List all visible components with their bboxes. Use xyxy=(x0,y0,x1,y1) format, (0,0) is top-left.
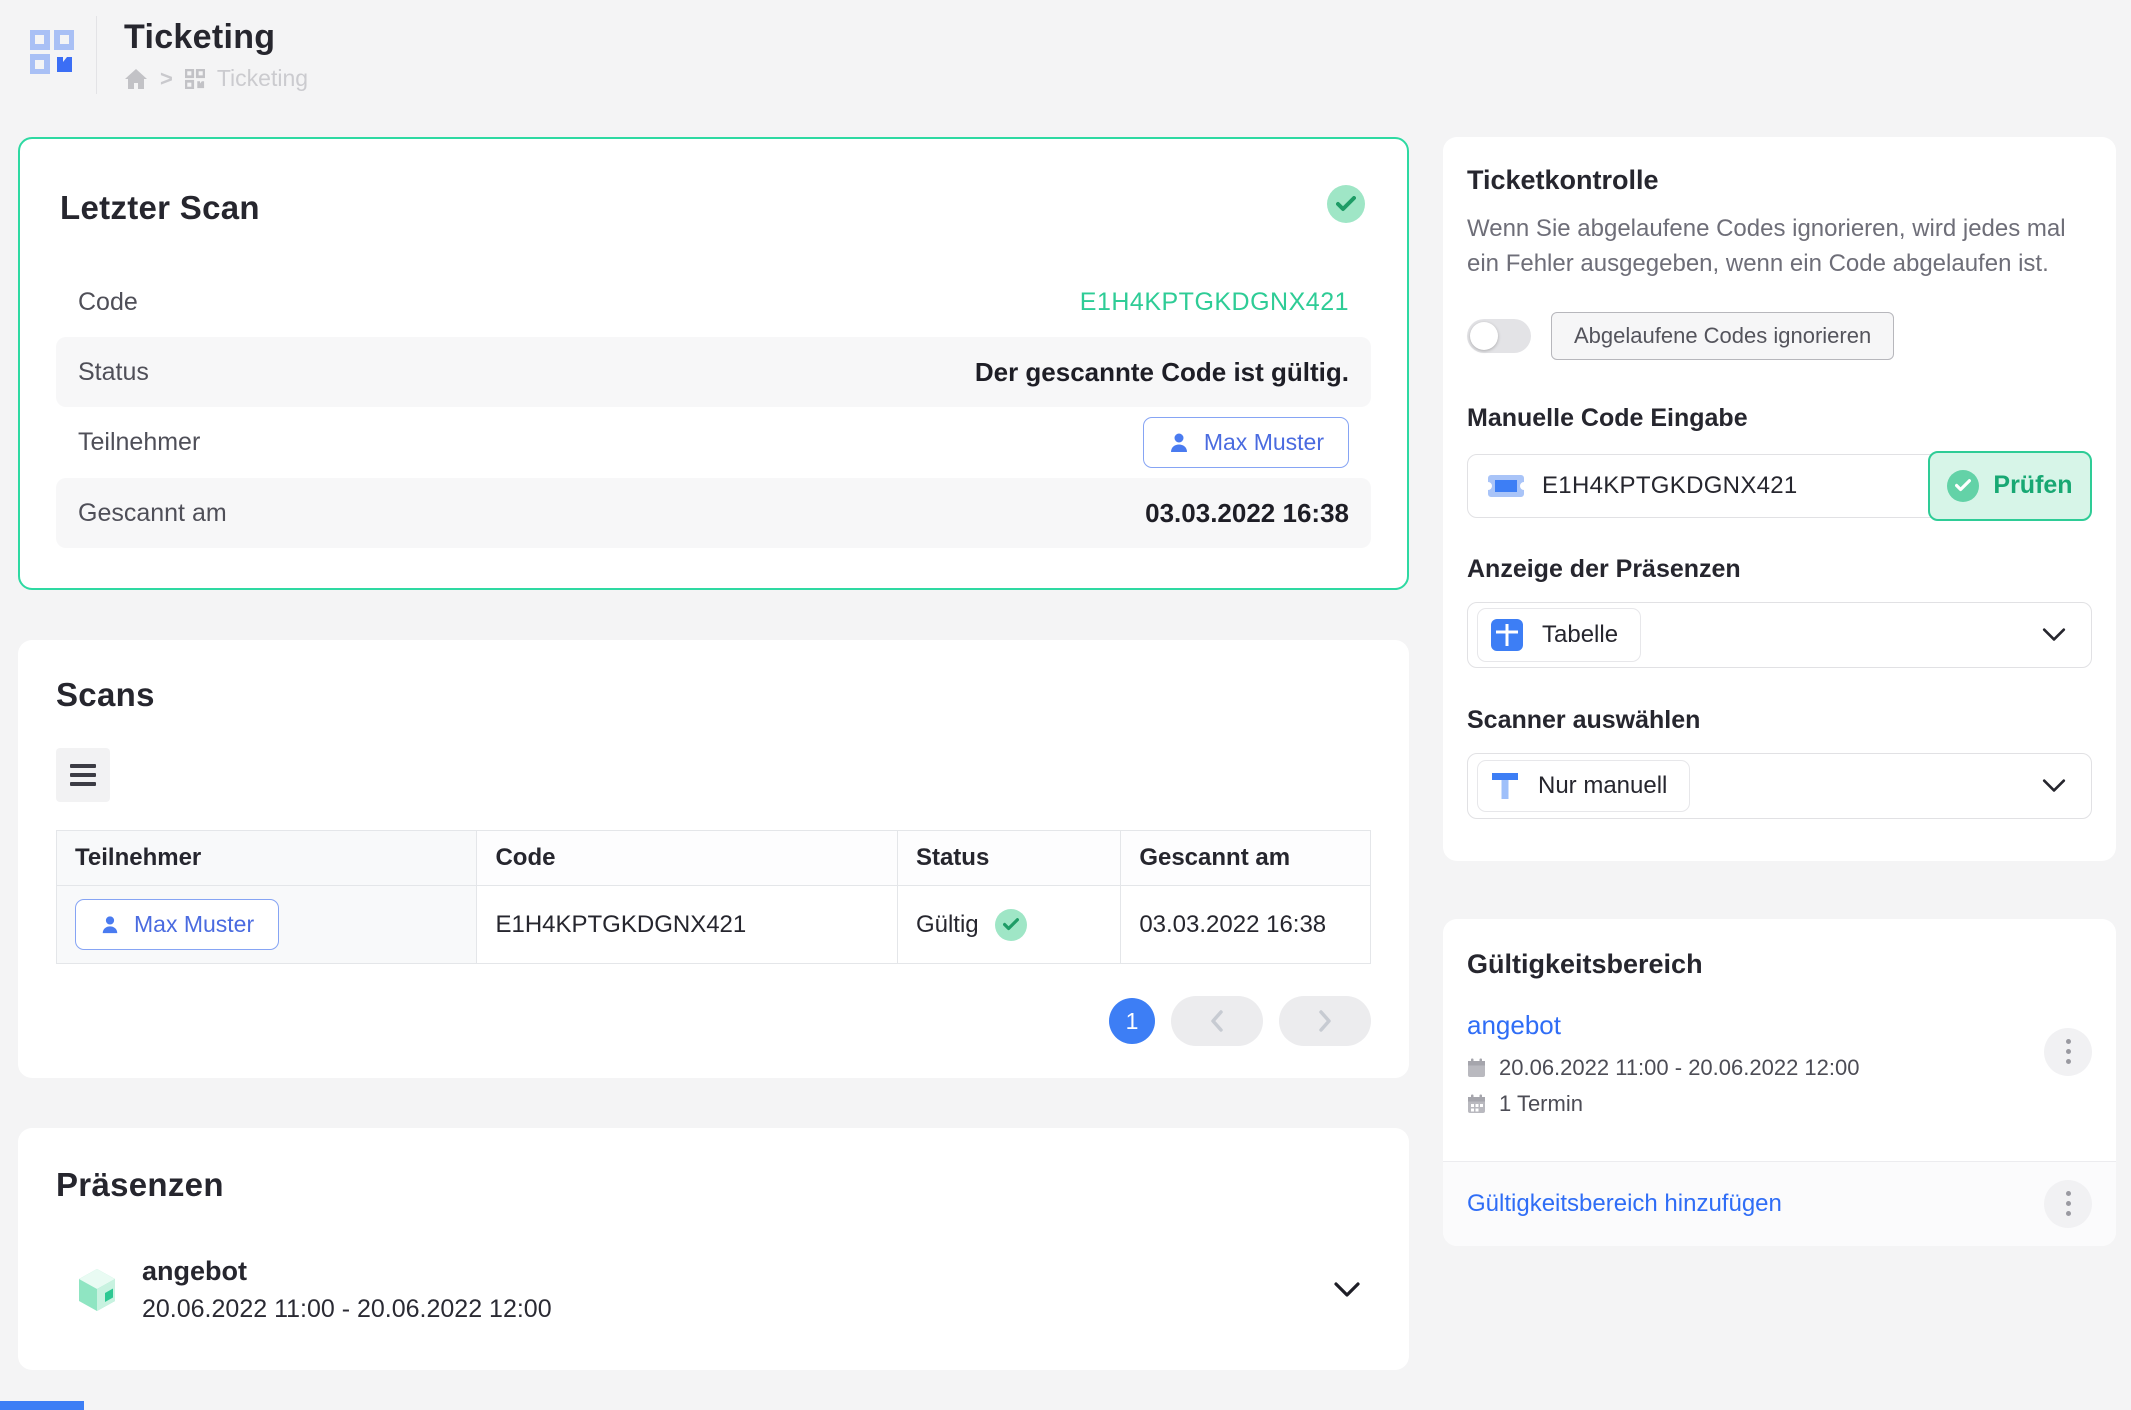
ticketkontrolle-description: Wenn Sie abgelaufene Codes ignorieren, w… xyxy=(1467,212,2092,282)
bottom-loading-bar xyxy=(0,1401,84,1410)
scan-code-value: E1H4KPTGKDGNX421 xyxy=(1080,288,1349,317)
text-input-icon xyxy=(1490,770,1520,802)
column-header-status[interactable]: Status xyxy=(897,831,1120,886)
praesenz-display-select[interactable]: Tabelle xyxy=(1467,602,2092,668)
column-header-code[interactable]: Code xyxy=(477,831,897,886)
pruefen-button[interactable]: Prüfen xyxy=(1928,451,2092,521)
scan-row-teilnehmer: Teilnehmer Max Muster xyxy=(56,407,1371,478)
letzter-scan-title: Letzter Scan xyxy=(60,189,1371,227)
chevron-down-icon xyxy=(2041,627,2067,643)
manual-code-label: Manuelle Code Eingabe xyxy=(1467,404,2092,433)
chevron-left-icon xyxy=(1207,1008,1227,1034)
page-title: Ticketing xyxy=(124,18,308,57)
user-icon xyxy=(100,915,120,935)
column-header-teilnehmer[interactable]: Teilnehmer xyxy=(57,831,477,886)
scan-code-label: Code xyxy=(78,288,138,317)
manual-code-field[interactable] xyxy=(1467,454,1936,518)
selected-option-chip: Tabelle xyxy=(1477,608,1641,662)
next-page-button[interactable] xyxy=(1279,996,1371,1046)
breadcrumb-separator: > xyxy=(160,66,173,92)
selected-option-label: Tabelle xyxy=(1542,621,1618,649)
table-icon xyxy=(1490,618,1524,652)
scan-row-code: Code E1H4KPTGKDGNX421 xyxy=(56,267,1371,337)
chevron-down-icon xyxy=(2041,778,2067,794)
pagination: 1 xyxy=(56,996,1371,1046)
teilnehmer-button[interactable]: Max Muster xyxy=(1143,417,1349,468)
validity-termine: 1 Termin xyxy=(1499,1091,1583,1117)
validity-item-link[interactable]: angebot xyxy=(1467,1010,1561,1041)
scan-gescannt-label: Gescannt am xyxy=(78,499,227,528)
add-validity-link[interactable]: Gültigkeitsbereich hinzufügen xyxy=(1467,1190,1782,1218)
ignore-expired-button[interactable]: Abgelaufene Codes ignorieren xyxy=(1551,312,1894,360)
row-status-label: Gültig xyxy=(916,911,979,939)
praesenz-display-label: Anzeige der Präsenzen xyxy=(1467,555,2092,584)
qr-icon xyxy=(185,69,205,89)
scan-gescannt-value: 03.03.2022 16:38 xyxy=(1145,498,1349,529)
column-header-gescannt-am[interactable]: Gescannt am xyxy=(1121,831,1371,886)
row-code-cell: E1H4KPTGKDGNX421 xyxy=(477,886,897,964)
gueltigkeitsbereich-panel: Gültigkeitsbereich angebot xyxy=(1443,919,2116,1246)
validity-item-menu-button[interactable] xyxy=(2044,1028,2092,1076)
page-number-button[interactable]: 1 xyxy=(1109,998,1155,1044)
scan-row-status: Status Der gescannte Code ist gültig. xyxy=(56,337,1371,407)
scanner-select[interactable]: Nur manuell xyxy=(1467,753,2092,819)
breadcrumb: > Ticketing xyxy=(124,65,308,92)
scan-valid-check-icon xyxy=(1327,185,1365,223)
manual-code-input[interactable] xyxy=(1542,472,1915,500)
ticketkontrolle-panel: Ticketkontrolle Wenn Sie abgelaufene Cod… xyxy=(1443,137,2116,861)
ticket-icon xyxy=(1488,472,1524,500)
scans-title: Scans xyxy=(56,676,1371,714)
chevron-right-icon xyxy=(1315,1008,1335,1034)
calendar-icon xyxy=(1467,1058,1486,1078)
pruefen-button-label: Prüfen xyxy=(1993,471,2072,500)
praesenzen-card: Präsenzen angebot 20.06.2022 11:00 - 20.… xyxy=(18,1128,1409,1370)
validity-item: angebot 20.06.2022 11:00 - 20.06.2022 12… xyxy=(1443,1010,2116,1161)
selected-option-label: Nur manuell xyxy=(1538,772,1667,800)
letzter-scan-card: Letzter Scan Code E1H4KPTGKDGNX421 Statu… xyxy=(18,137,1409,590)
scanner-select-label: Scanner auswählen xyxy=(1467,706,2092,735)
kebab-menu-icon xyxy=(2066,1191,2071,1196)
valid-check-icon xyxy=(995,909,1027,941)
ticketkontrolle-title: Ticketkontrolle xyxy=(1467,165,2092,196)
kebab-menu-icon xyxy=(2066,1039,2071,1044)
selected-option-chip: Nur manuell xyxy=(1477,760,1690,812)
hamburger-icon xyxy=(70,764,96,768)
row-teilnehmer-label: Max Muster xyxy=(134,911,254,938)
table-row: Max Muster E1H4KPTGKDGNX421 Gültig xyxy=(57,886,1371,964)
validity-footer: Gültigkeitsbereich hinzufügen xyxy=(1443,1161,2116,1246)
cube-icon xyxy=(76,1267,118,1313)
scan-status-value: Der gescannte Code ist gültig. xyxy=(975,357,1349,388)
home-icon[interactable] xyxy=(124,68,148,90)
scans-card: Scans Teilnehmer Code Status Gescannt am xyxy=(18,640,1409,1078)
ignore-expired-toggle[interactable] xyxy=(1467,319,1531,353)
previous-page-button[interactable] xyxy=(1171,996,1263,1046)
teilnehmer-button-label: Max Muster xyxy=(1204,429,1324,456)
gueltigkeitsbereich-title: Gültigkeitsbereich xyxy=(1467,949,2092,980)
scan-status-label: Status xyxy=(78,358,149,387)
presence-name: angebot xyxy=(142,1256,552,1287)
praesenzen-title: Präsenzen xyxy=(56,1166,1371,1204)
scan-teilnehmer-label: Teilnehmer xyxy=(78,428,200,457)
add-validity-menu-button[interactable] xyxy=(2044,1180,2092,1228)
app-logo-qr-icon xyxy=(30,30,74,74)
presence-item[interactable]: angebot 20.06.2022 11:00 - 20.06.2022 12… xyxy=(56,1256,1371,1324)
table-menu-button[interactable] xyxy=(56,748,110,802)
scans-table: Teilnehmer Code Status Gescannt am xyxy=(56,830,1371,964)
scan-row-gescannt: Gescannt am 03.03.2022 16:38 xyxy=(56,478,1371,548)
row-gescannt-cell: 03.03.2022 16:38 xyxy=(1121,886,1371,964)
page-header: Ticketing > Ticketing xyxy=(0,0,2131,100)
calendar-icon xyxy=(1467,1094,1486,1114)
chevron-down-icon[interactable] xyxy=(1333,1281,1361,1299)
presence-date: 20.06.2022 11:00 - 20.06.2022 12:00 xyxy=(142,1295,552,1324)
user-icon xyxy=(1168,432,1190,454)
validity-date-range: 20.06.2022 11:00 - 20.06.2022 12:00 xyxy=(1499,1055,1859,1081)
breadcrumb-current[interactable]: Ticketing xyxy=(217,65,308,92)
check-icon xyxy=(1947,470,1979,502)
row-teilnehmer-button[interactable]: Max Muster xyxy=(75,899,279,950)
